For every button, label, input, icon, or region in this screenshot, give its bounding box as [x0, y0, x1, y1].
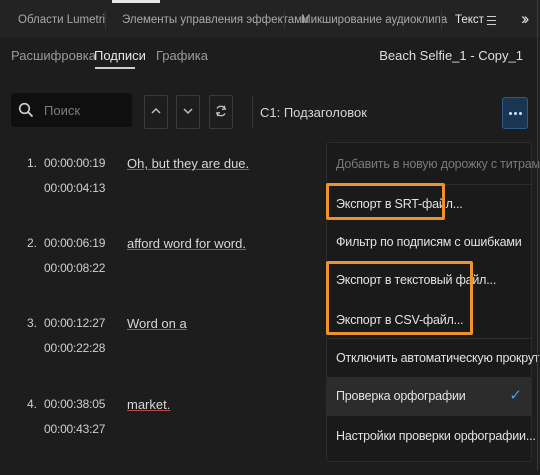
caption-text[interactable]: afford word for word.: [127, 236, 246, 251]
menu-item-disable-autoscroll[interactable]: Отключить автоматическую прокрутку: [327, 339, 540, 377]
search-icon: [18, 102, 34, 118]
caption-start-time[interactable]: 00:00:00:19: [44, 156, 105, 170]
panel-right-edge: [537, 0, 538, 470]
menu-divider: [327, 415, 531, 416]
next-match-button[interactable]: [176, 95, 200, 129]
menu-item-export-csv[interactable]: Экспорт в CSV-файл...: [327, 301, 531, 339]
caption-text[interactable]: market.: [127, 397, 170, 412]
tab-divider: [105, 10, 106, 30]
menu-item-filter-errors[interactable]: Фильтр по подписям с ошибками: [327, 223, 531, 261]
caption-row[interactable]: 2. 00:00:06:19 00:00:08:22 afford word f…: [0, 236, 330, 314]
options-menu: Добавить в новую дорожку с титрами ... Э…: [326, 142, 540, 462]
menu-item-label: Проверка орфографии: [336, 389, 466, 403]
previous-match-button[interactable]: [144, 95, 168, 129]
caption-end-time[interactable]: 00:00:43:27: [44, 422, 105, 436]
menu-item-label: Экспорт в текстовый файл...: [336, 273, 497, 287]
caption-number: 3.: [27, 316, 38, 330]
caption-end-time[interactable]: 00:00:04:13: [44, 181, 105, 195]
replace-button[interactable]: [209, 95, 233, 129]
caption-row[interactable]: 1. 00:00:00:19 00:00:04:13 Oh, but they …: [0, 156, 330, 234]
menu-item-label: Настройки проверки орфографии...: [336, 429, 536, 443]
menu-item-label: Добавить в новую дорожку с титрами ...: [336, 157, 540, 171]
tab-divider: [441, 10, 442, 30]
subtab-transcript[interactable]: Расшифровка: [11, 48, 96, 63]
tab-effect-controls[interactable]: Элементы управления эффектами: [122, 14, 309, 26]
tab-divider: [284, 10, 285, 30]
caption-text[interactable]: Oh, but they are due.: [127, 156, 249, 171]
subtab-captions[interactable]: Подписи: [94, 48, 146, 63]
caption-start-time[interactable]: 00:00:12:27: [44, 316, 105, 330]
menu-item-label: Фильтр по подписям с ошибками: [336, 235, 522, 249]
caption-number: 4.: [27, 397, 38, 411]
caption-row[interactable]: 4. 00:00:38:05 00:00:43:27 market.: [0, 397, 330, 475]
toolbar-divider: [252, 96, 253, 128]
search-box[interactable]: [11, 93, 132, 127]
more-options-button[interactable]: [502, 97, 528, 129]
caption-end-time[interactable]: 00:00:22:28: [44, 341, 105, 355]
arrow-down-icon: [183, 108, 193, 115]
top-highlight-strip: [112, 0, 160, 3]
menu-item-label: Отключить автоматическую прокрутку: [336, 351, 540, 365]
menu-item-label: Экспорт в SRT-файл...: [336, 197, 463, 211]
caption-start-time[interactable]: 00:00:38:05: [44, 397, 105, 411]
subtab-graphics[interactable]: Графика: [156, 48, 208, 63]
menu-item-export-text[interactable]: Экспорт в текстовый файл...: [327, 261, 531, 299]
caption-track-label: C1: Подзаголовок: [260, 105, 367, 120]
panel-menu-icon[interactable]: [487, 16, 496, 28]
active-subtab-underline: [95, 67, 135, 69]
caption-text[interactable]: Word on a: [127, 316, 187, 331]
checkmark-icon: ✓: [509, 387, 522, 404]
tab-audio-clip-mixer[interactable]: Микширование аудиоклипа: [301, 14, 447, 26]
arrow-up-icon: [151, 107, 161, 114]
caption-start-time[interactable]: 00:00:06:19: [44, 236, 105, 250]
menu-item-add-to-new-track: Добавить в новую дорожку с титрами ...: [327, 145, 540, 183]
caption-row[interactable]: 3. 00:00:12:27 00:00:22:28 Word on a: [0, 316, 330, 394]
panel-tab-bar: Области Lumetri Элементы управления эффе…: [0, 0, 540, 38]
refresh-icon: [215, 105, 227, 117]
caption-end-time[interactable]: 00:00:08:22: [44, 261, 105, 275]
menu-item-spell-check-settings[interactable]: Настройки проверки орфографии...: [327, 417, 536, 455]
sequence-name: Beach Selfie_1 - Copy_1: [379, 48, 523, 63]
search-input[interactable]: [44, 99, 128, 121]
caption-number: 2.: [27, 236, 38, 250]
overflow-chevron-icon[interactable]: ››: [521, 9, 530, 29]
caption-number: 1.: [27, 156, 38, 170]
tab-text[interactable]: Текст: [455, 14, 484, 26]
menu-item-spell-check[interactable]: Проверка орфографии ✓: [327, 377, 531, 415]
menu-item-label: Экспорт в CSV-файл...: [336, 313, 464, 327]
menu-item-export-srt[interactable]: Экспорт в SRT-файл...: [327, 185, 531, 223]
tab-lumetri-scopes[interactable]: Области Lumetri: [18, 14, 105, 26]
